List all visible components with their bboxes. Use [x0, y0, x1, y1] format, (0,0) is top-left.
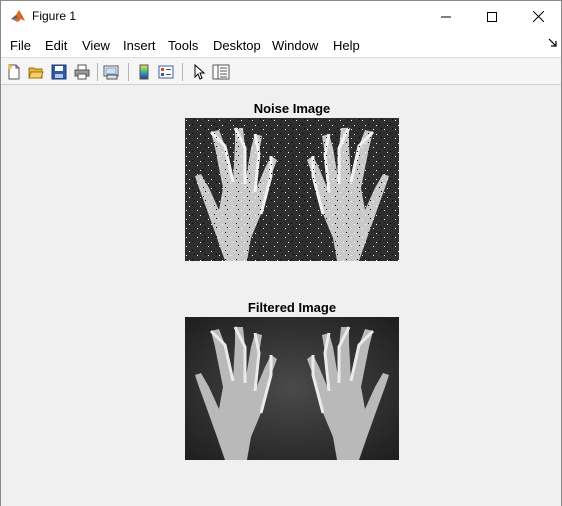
- maximize-icon: [487, 11, 497, 22]
- save-icon: [51, 64, 67, 80]
- close-icon: [532, 11, 544, 22]
- menu-file[interactable]: File: [10, 38, 31, 53]
- filtered-image-title: Filtered Image: [247, 300, 337, 315]
- maximize-button[interactable]: [469, 1, 515, 32]
- filtered-xray-image: [185, 317, 399, 460]
- menu-help[interactable]: Help: [333, 38, 360, 53]
- new-figure-icon: [8, 64, 20, 80]
- figure-canvas: Noise Image Filtered Image: [1, 86, 561, 506]
- toolbar-separator: [128, 63, 129, 81]
- open-file-icon: [28, 67, 44, 79]
- insert-legend-button[interactable]: [156, 62, 176, 82]
- insert-legend-icon: [158, 65, 174, 79]
- insert-colorbar-icon: [139, 64, 149, 80]
- menu-bar: File Edit View Insert Tools Desktop Wind…: [1, 32, 561, 57]
- menu-desktop[interactable]: Desktop: [213, 38, 261, 53]
- property-inspector-button[interactable]: [211, 62, 231, 82]
- open-file-button[interactable]: [26, 62, 46, 82]
- menu-tools[interactable]: Tools: [168, 38, 198, 53]
- menu-edit[interactable]: Edit: [45, 38, 67, 53]
- minimize-button[interactable]: [423, 1, 469, 32]
- menu-view[interactable]: View: [82, 38, 110, 53]
- dock-arrow-icon[interactable]: [548, 38, 558, 48]
- close-button[interactable]: [515, 1, 561, 32]
- link-plot-icon: [103, 65, 119, 80]
- figure-window: Figure 1 File Edit View Insert Tools Des…: [0, 0, 562, 506]
- save-button[interactable]: [49, 62, 69, 82]
- menu-insert[interactable]: Insert: [123, 38, 156, 53]
- toolbar-separator: [182, 63, 183, 81]
- noise-xray-image: [185, 118, 399, 261]
- edit-plot-icon: [194, 64, 206, 80]
- insert-colorbar-button[interactable]: [134, 62, 154, 82]
- window-title: Figure 1: [32, 9, 77, 23]
- menu-window[interactable]: Window: [272, 38, 318, 53]
- matlab-logo-icon: [10, 8, 26, 24]
- noise-image-title: Noise Image: [253, 101, 331, 116]
- print-button[interactable]: [72, 62, 92, 82]
- new-figure-button[interactable]: [4, 62, 24, 82]
- title-bar: Figure 1: [1, 1, 561, 32]
- minimize-icon: [441, 16, 451, 17]
- edit-plot-button[interactable]: [189, 62, 209, 82]
- figure-toolbar: [1, 57, 561, 85]
- property-inspector-icon: [212, 64, 230, 80]
- print-icon: [74, 64, 90, 80]
- toolbar-separator: [97, 63, 98, 81]
- link-plot-button[interactable]: [102, 62, 122, 82]
